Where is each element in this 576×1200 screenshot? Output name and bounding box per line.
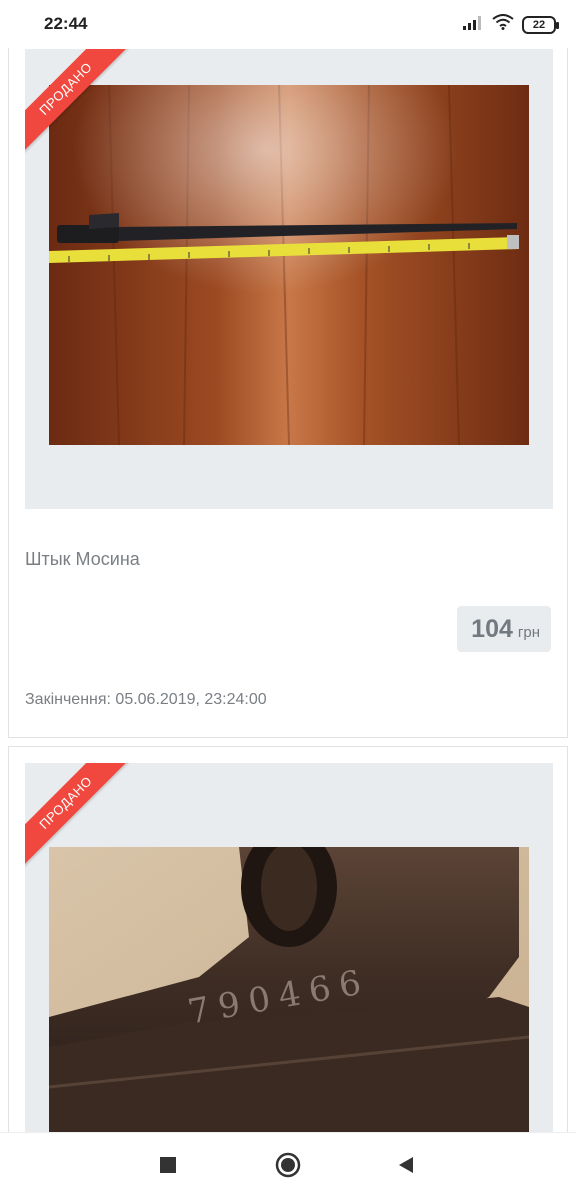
recent-apps-button[interactable] [128,1133,208,1200]
back-icon [396,1155,416,1180]
listing-card[interactable]: ПРОДАНО [8,746,568,1132]
sold-ribbon: ПРОДАНО [25,763,135,873]
price-value: 104 [471,615,513,643]
price-currency: грн [517,624,540,641]
wifi-icon [492,14,514,35]
home-icon [275,1152,301,1183]
home-button[interactable] [248,1133,328,1200]
battery-icon: 22 [522,15,559,34]
listing-image-frame[interactable]: ПРОДАНО [25,763,553,1132]
back-button[interactable] [366,1133,446,1200]
listing-image-frame[interactable]: ПРОДАНО [25,49,553,509]
status-bar: 22:44 22 [0,0,576,48]
listing-feed[interactable]: ПРОДАНО Штык Мосина 104 грн Закінчення: … [0,48,576,1132]
listing-title[interactable]: Штык Мосина [25,549,140,570]
signal-icon [462,14,484,35]
sold-badge: ПРОДАНО [25,49,129,152]
status-time: 22:44 [44,14,88,33]
listing-card[interactable]: ПРОДАНО [8,48,568,738]
status-icons: 22 [462,14,559,35]
recent-apps-icon [159,1156,177,1179]
battery-level: 22 [532,18,546,31]
listing-photo[interactable]: 790466 [49,847,529,1132]
auction-end-time: Закінчення: 05.06.2019, 23:24:00 [25,691,267,708]
navigation-bar [0,1132,576,1200]
sold-badge: ПРОДАНО [25,763,129,866]
price-badge: 104 грн [457,606,551,652]
sold-ribbon: ПРОДАНО [25,49,135,159]
